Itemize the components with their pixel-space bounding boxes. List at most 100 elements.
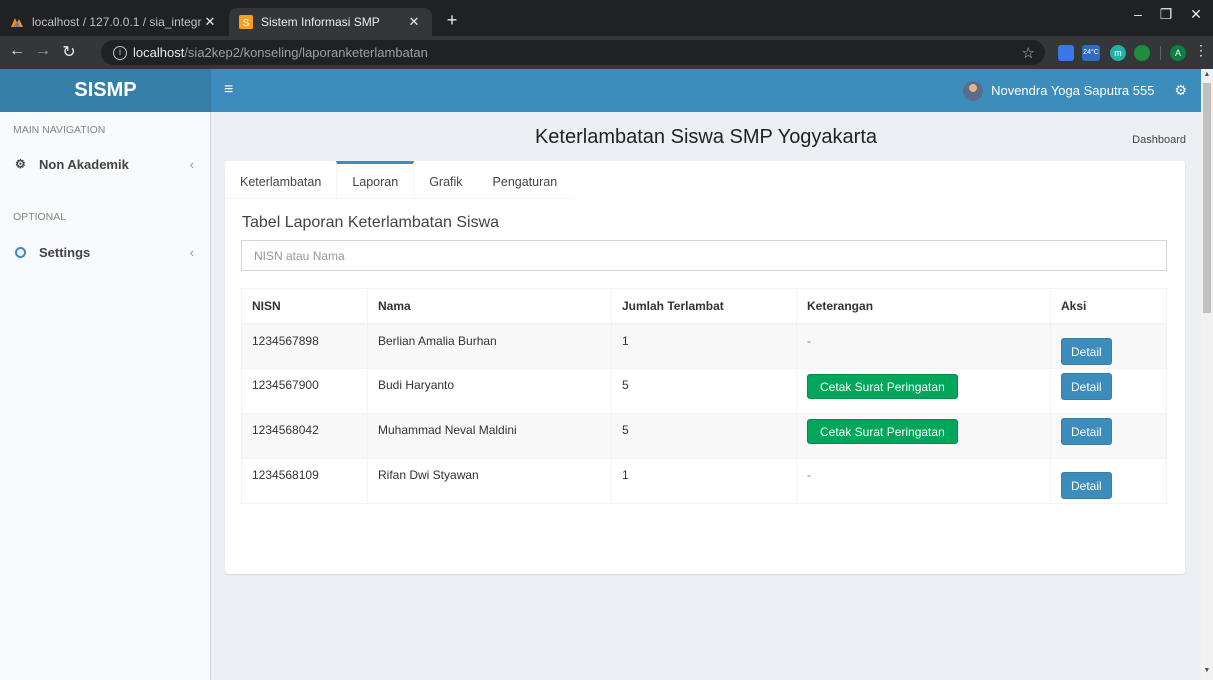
cell-keterangan: - bbox=[796, 458, 1051, 504]
browser-tab-title: localhost / 127.0.0.1 / sia_integra bbox=[32, 15, 202, 29]
cell-nama: Budi Haryanto bbox=[367, 368, 612, 414]
top-navbar: ≡ Novendra Yoga Saputra 555 ⚙ bbox=[211, 69, 1201, 112]
table-row: 1234568109 Rifan Dwi Styawan 1 - Detail bbox=[241, 458, 1167, 504]
column-header-aksi: Aksi bbox=[1050, 288, 1167, 325]
column-header-keterangan: Keterangan bbox=[796, 288, 1051, 325]
sidebar: MAIN NAVIGATION ⚙ Non Akademik ‹ OPTIONA… bbox=[0, 112, 211, 680]
user-avatar bbox=[963, 80, 984, 101]
cell-nama: Rifan Dwi Styawan bbox=[367, 458, 612, 504]
scrollbar-thumb[interactable] bbox=[1203, 83, 1211, 313]
cell-keterangan: - bbox=[796, 323, 1051, 369]
sidebar-toggle-icon[interactable]: ≡ bbox=[224, 81, 233, 99]
forward-icon[interactable]: → bbox=[32, 42, 54, 60]
close-tab-icon[interactable]: ✕ bbox=[406, 14, 422, 30]
url-host: localhost bbox=[133, 45, 185, 60]
extension-green-icon[interactable] bbox=[1134, 45, 1150, 61]
sidebar-item-label: Settings bbox=[39, 244, 91, 260]
cell-keterangan: Cetak Surat Peringatan bbox=[796, 413, 1051, 459]
column-header-nisn: NISN bbox=[241, 288, 368, 325]
user-name: Novendra Yoga Saputra 555 bbox=[991, 83, 1155, 98]
table-header-row: NISN Nama Jumlah Terlambat Keterangan Ak… bbox=[241, 288, 1167, 325]
page-scrollbar[interactable]: ▲ ▼ bbox=[1201, 69, 1213, 680]
profile-initial: A bbox=[1174, 48, 1181, 58]
detail-button[interactable]: Detail bbox=[1061, 373, 1112, 400]
table-row: 1234568042 Muhammad Neval Maldini 5 Ceta… bbox=[241, 413, 1167, 459]
tab-pengaturan[interactable]: Pengaturan bbox=[478, 161, 573, 199]
minimize-icon[interactable]: – bbox=[1126, 6, 1150, 22]
browser-tab-phpmyadmin[interactable]: localhost / 127.0.0.1 / sia_integra ✕ bbox=[0, 8, 228, 36]
column-header-jumlah: Jumlah Terlambat bbox=[611, 288, 797, 325]
cell-aksi: Detail bbox=[1050, 323, 1167, 369]
logo-bold: SI bbox=[74, 79, 94, 101]
browser-toolbar: ← → ↻ i localhost/sia2kep2/konseling/lap… bbox=[0, 36, 1213, 69]
detail-button[interactable]: Detail bbox=[1061, 418, 1112, 445]
weather-temp: 24°C bbox=[1083, 49, 1099, 56]
cell-nama: Muhammad Neval Maldini bbox=[367, 413, 612, 459]
app-logo[interactable]: SI SMP bbox=[0, 69, 211, 112]
sidebar-item-label: Non Akademik bbox=[39, 156, 129, 172]
dashboard-gauge-icon: ⚙ bbox=[15, 157, 26, 171]
browser-tab-sismp[interactable]: S Sistem Informasi SMP ✕ bbox=[229, 8, 432, 36]
back-icon[interactable]: ← bbox=[6, 42, 28, 60]
profile-avatar[interactable]: A bbox=[1170, 45, 1186, 61]
user-menu[interactable]: Novendra Yoga Saputra 555 ⚙ bbox=[963, 69, 1187, 112]
cell-jumlah: 5 bbox=[611, 368, 797, 414]
cell-jumlah: 5 bbox=[611, 413, 797, 459]
cell-aksi: Detail bbox=[1050, 458, 1167, 504]
tab-grafik[interactable]: Grafik bbox=[414, 161, 477, 199]
reload-icon[interactable]: ↻ bbox=[58, 42, 80, 62]
detail-button[interactable]: Detail bbox=[1061, 337, 1112, 365]
chevron-left-icon: ‹ bbox=[189, 244, 194, 260]
cell-nama: Berlian Amalia Burhan bbox=[367, 323, 612, 369]
url-path: /sia2kep2/konseling/laporanketerlambatan bbox=[184, 45, 428, 60]
cell-nisn: 1234567898 bbox=[241, 323, 368, 369]
browser-tab-title: Sistem Informasi SMP bbox=[261, 15, 380, 29]
sidebar-item-non-akademik[interactable]: ⚙ Non Akademik ‹ bbox=[0, 150, 210, 178]
sidebar-header-optional: OPTIONAL bbox=[13, 211, 67, 223]
bookmark-star-icon[interactable]: ☆ bbox=[1022, 44, 1035, 62]
tab-keterlambatan[interactable]: Keterlambatan bbox=[225, 161, 336, 199]
codeigniter-icon: S bbox=[239, 15, 253, 29]
print-warning-letter-button[interactable]: Cetak Surat Peringatan bbox=[807, 374, 958, 399]
table-row: 1234567900 Budi Haryanto 5 Cetak Surat P… bbox=[241, 368, 1167, 414]
circle-icon bbox=[15, 246, 26, 258]
tab-laporan[interactable]: Laporan bbox=[336, 161, 415, 199]
cell-nisn: 1234568042 bbox=[241, 413, 368, 459]
sidebar-item-settings[interactable]: Settings ‹ bbox=[0, 238, 210, 266]
cell-jumlah: 1 bbox=[611, 323, 797, 369]
browser-tab-bar: localhost / 127.0.0.1 / sia_integra ✕ S … bbox=[0, 0, 1213, 36]
close-tab-icon[interactable]: ✕ bbox=[202, 14, 218, 30]
info-icon[interactable]: i bbox=[113, 45, 127, 60]
cell-nisn: 1234567900 bbox=[241, 368, 368, 414]
weather-extension-icon[interactable]: 24°C bbox=[1082, 45, 1100, 61]
gears-icon[interactable]: ⚙ bbox=[1174, 82, 1187, 99]
print-warning-letter-button[interactable]: Cetak Surat Peringatan bbox=[807, 419, 958, 444]
nav-tabs: Keterlambatan Laporan Grafik Pengaturan bbox=[225, 161, 573, 199]
report-table: NISN Nama Jumlah Terlambat Keterangan Ak… bbox=[241, 288, 1167, 504]
cell-keterangan: Cetak Surat Peringatan bbox=[796, 368, 1051, 414]
new-tab-icon[interactable]: + bbox=[440, 10, 464, 31]
cell-aksi: Detail bbox=[1050, 413, 1167, 459]
column-header-nama: Nama bbox=[367, 288, 612, 325]
table-row: 1234567898 Berlian Amalia Burhan 1 - Det… bbox=[241, 323, 1167, 369]
detail-button[interactable]: Detail bbox=[1061, 472, 1112, 499]
page-title: Keterlambatan Siswa SMP Yogyakarta bbox=[534, 126, 878, 148]
close-window-icon[interactable]: ✕ bbox=[1184, 6, 1208, 23]
restore-icon[interactable]: ❐ bbox=[1154, 6, 1178, 23]
phpmyadmin-icon bbox=[11, 18, 23, 27]
svg-text:S: S bbox=[243, 18, 250, 29]
search-input[interactable] bbox=[241, 240, 1167, 271]
scroll-down-icon[interactable]: ▼ bbox=[1201, 667, 1213, 674]
extension-m-icon[interactable]: m bbox=[1110, 45, 1126, 61]
sidebar-header-main: MAIN NAVIGATION bbox=[13, 124, 106, 136]
scroll-up-icon[interactable]: ▲ bbox=[1201, 71, 1213, 78]
address-bar[interactable]: i localhost/sia2kep2/konseling/laporanke… bbox=[101, 40, 1045, 65]
translate-extension-icon[interactable] bbox=[1058, 45, 1074, 61]
logo-rest: SMP bbox=[93, 79, 137, 101]
browser-menu-icon[interactable]: ⋮ bbox=[1190, 42, 1212, 59]
cell-aksi: Detail bbox=[1050, 368, 1167, 414]
cell-nisn: 1234568109 bbox=[241, 458, 368, 504]
panel-title: Tabel Laporan Keterlambatan Siswa bbox=[242, 214, 500, 231]
cell-jumlah: 1 bbox=[611, 458, 797, 504]
breadcrumb-dashboard[interactable]: Dashboard bbox=[1132, 134, 1186, 146]
